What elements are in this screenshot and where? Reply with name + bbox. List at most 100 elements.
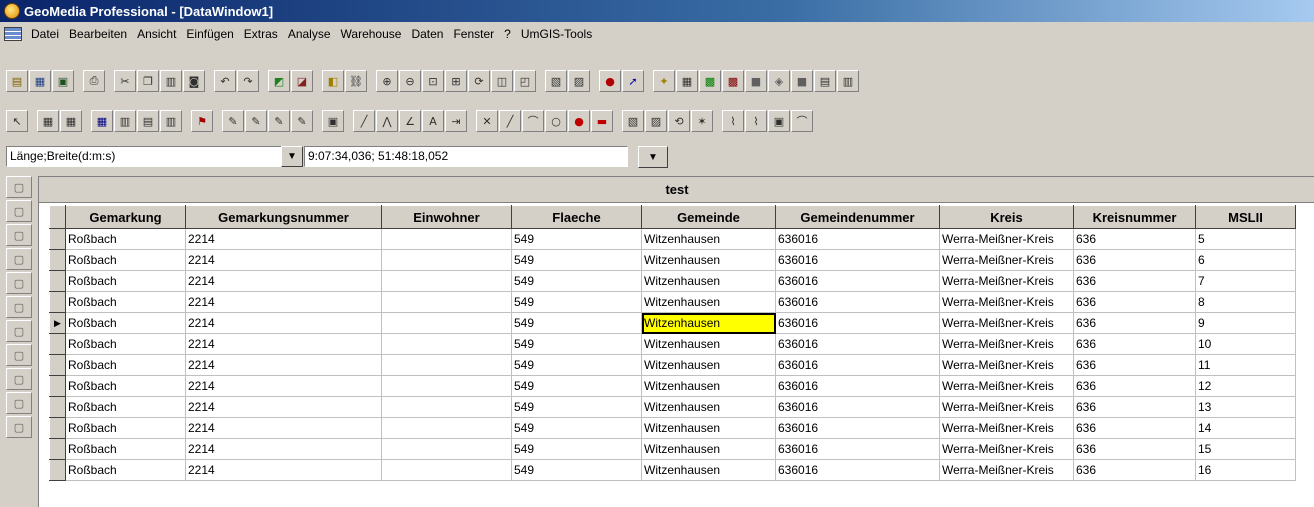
cell-kreisnummer[interactable]: 636 (1073, 417, 1196, 439)
cell-einwohner[interactable] (381, 375, 512, 397)
cell-gemarkung[interactable]: Roßbach (65, 396, 186, 418)
cell-gemeindenummer[interactable]: 636016 (775, 396, 940, 418)
menu-daten[interactable]: Daten (406, 27, 448, 41)
insert-area-button[interactable]: ▢ (6, 200, 32, 222)
vertex-edit-button[interactable]: ▢ (6, 296, 32, 318)
table-row[interactable]: Roßbach 2214 549 Witzenhausen 636016 Werra-Me… (49, 417, 1296, 439)
legend-button[interactable]: ◪ (291, 70, 313, 92)
cell-mslii[interactable]: 12 (1195, 375, 1296, 397)
feature-button[interactable]: ⚑ (191, 110, 213, 132)
cell-mslii[interactable]: 15 (1195, 438, 1296, 460)
cell-kreis[interactable]: Werra-Meißner-Kreis (939, 312, 1074, 334)
row-selector[interactable] (49, 438, 66, 460)
cell-kreis[interactable]: Werra-Meißner-Kreis (939, 459, 1074, 481)
cell-mslii[interactable]: 7 (1195, 270, 1296, 292)
zoom-in-button[interactable]: ⊕ (376, 70, 398, 92)
tool-a-button[interactable]: ✦ (653, 70, 675, 92)
cell-gemarkung[interactable]: Roßbach (65, 333, 186, 355)
cell-gemarkungsnummer[interactable]: 2214 (185, 375, 382, 397)
clear-button[interactable]: ◰ (514, 70, 536, 92)
coordinate-readout-dropdown-button[interactable]: ▼ (638, 146, 668, 168)
coordinate-system-dropdown-button[interactable]: ▼ (281, 146, 303, 167)
save-button[interactable]: ▣ (52, 70, 74, 92)
cell-einwohner[interactable] (381, 396, 512, 418)
cell-einwohner[interactable] (381, 291, 512, 313)
tool-b-button[interactable]: ▦ (676, 70, 698, 92)
menu-extras[interactable]: Extras (239, 27, 283, 41)
refresh-button[interactable]: ⟳ (468, 70, 490, 92)
undo-button[interactable]: ↶ (214, 70, 236, 92)
tool-f-button[interactable]: ◈ (768, 70, 790, 92)
table-view-button[interactable]: ▦ (91, 110, 113, 132)
insert-row-button[interactable]: ▤ (137, 110, 159, 132)
cell-gemarkungsnummer[interactable]: 2214 (185, 459, 382, 481)
datawindow-doc-icon[interactable] (4, 27, 22, 41)
cell-gemeindenummer[interactable]: 636016 (775, 438, 940, 460)
cell-gemarkungsnummer[interactable]: 2214 (185, 438, 382, 460)
select-tool-button[interactable]: ↖ (6, 110, 28, 132)
cell-einwohner[interactable] (381, 459, 512, 481)
redo-button[interactable]: ↷ (237, 70, 259, 92)
cell-kreis[interactable]: Werra-Meißner-Kreis (939, 396, 1074, 418)
cell-flaeche[interactable]: 549 (511, 354, 642, 376)
row-selector[interactable] (49, 270, 66, 292)
cell-gemarkung[interactable]: Roßbach (65, 375, 186, 397)
cell-gemeindenummer[interactable]: 636016 (775, 417, 940, 439)
cell-flaeche[interactable]: 549 (511, 333, 642, 355)
cell-flaeche[interactable]: 549 (511, 375, 642, 397)
row-selector[interactable]: ▶ (49, 312, 66, 334)
table-row[interactable]: Roßbach 2214 549 Witzenhausen 636016 Werra-Me… (49, 459, 1296, 481)
cell-mslii[interactable]: 11 (1195, 354, 1296, 376)
column-header-einwohner[interactable]: Einwohner (381, 205, 512, 229)
cell-kreis[interactable]: Werra-Meißner-Kreis (939, 438, 1074, 460)
table-row[interactable]: Roßbach 2214 549 Witzenhausen 636016 Werra-Me… (49, 249, 1296, 271)
column-header-gemeindenummer[interactable]: Gemeindenummer (775, 205, 940, 229)
table-row[interactable]: Roßbach 2214 549 Witzenhausen 636016 Werra-Me… (49, 270, 1296, 292)
cell-kreisnummer[interactable]: 636 (1073, 438, 1196, 460)
cell-gemeinde[interactable]: Witzenhausen (641, 438, 776, 460)
vertex-a-button[interactable]: ⌇ (722, 110, 744, 132)
cell-mslii[interactable]: 5 (1195, 228, 1296, 250)
cell-gemeindenummer[interactable]: 636016 (775, 333, 940, 355)
cell-mslii[interactable]: 14 (1195, 417, 1296, 439)
cell-flaeche[interactable]: 549 (511, 291, 642, 313)
cell-gemarkungsnummer[interactable]: 2214 (185, 354, 382, 376)
cell-gemeinde[interactable]: Witzenhausen (641, 270, 776, 292)
cell-flaeche[interactable]: 549 (511, 312, 642, 334)
cell-kreis[interactable]: Werra-Meißner-Kreis (939, 417, 1074, 439)
cell-kreisnummer[interactable]: 636 (1073, 228, 1196, 250)
row-selector[interactable] (49, 375, 66, 397)
cell-kreisnummer[interactable]: 636 (1073, 375, 1196, 397)
row-selector[interactable] (49, 417, 66, 439)
cell-gemeinde[interactable]: Witzenhausen (641, 333, 776, 355)
cell-einwohner[interactable] (381, 333, 512, 355)
cell-einwohner[interactable] (381, 270, 512, 292)
cell-kreis[interactable]: Werra-Meißner-Kreis (939, 354, 1074, 376)
table-cols-button[interactable]: ▥ (114, 110, 136, 132)
cell-gemarkungsnummer[interactable]: 2214 (185, 396, 382, 418)
cell-einwohner[interactable] (381, 354, 512, 376)
menu-fenster[interactable]: Fenster (448, 27, 499, 41)
cell-mslii[interactable]: 13 (1195, 396, 1296, 418)
cell-kreis[interactable]: Werra-Meißner-Kreis (939, 375, 1074, 397)
menu-datei[interactable]: Datei (26, 27, 64, 41)
row-selector[interactable] (49, 249, 66, 271)
cell-kreis[interactable]: Werra-Meißner-Kreis (939, 291, 1074, 313)
tool-e-button[interactable]: ■ (745, 70, 767, 92)
cell-kreisnummer[interactable]: 636 (1073, 333, 1196, 355)
cell-gemeindenummer[interactable]: 636016 (775, 312, 940, 334)
insert-label-button[interactable]: ▢ (6, 272, 32, 294)
segment-button[interactable]: ╱ (499, 110, 521, 132)
cell-kreisnummer[interactable]: 636 (1073, 291, 1196, 313)
cell-gemeinde[interactable]: Witzenhausen (641, 249, 776, 271)
cell-kreisnummer[interactable]: 636 (1073, 270, 1196, 292)
cell-gemarkungsnummer[interactable]: 2214 (185, 291, 382, 313)
properties-button[interactable]: ▧ (545, 70, 567, 92)
cell-gemeindenummer[interactable]: 636016 (775, 354, 940, 376)
row-selector[interactable] (49, 396, 66, 418)
cell-gemarkungsnummer[interactable]: 2214 (185, 249, 382, 271)
menu-ansicht[interactable]: Ansicht (132, 27, 181, 41)
column-header-gemarkung[interactable]: Gemarkung (65, 205, 186, 229)
angle-button[interactable]: ∠ (399, 110, 421, 132)
cell-einwohner[interactable] (381, 228, 512, 250)
